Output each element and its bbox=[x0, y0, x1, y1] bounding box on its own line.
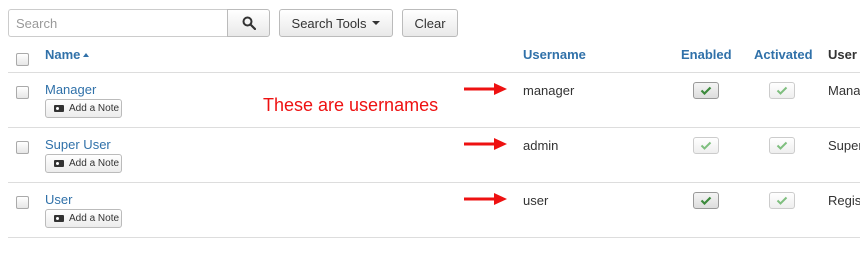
add-note-label: Add a Note bbox=[69, 213, 120, 224]
chevron-down-icon bbox=[372, 21, 381, 25]
column-header-name-label: Name bbox=[45, 47, 81, 62]
enabled-toggle[interactable] bbox=[693, 192, 719, 209]
user-name-link[interactable]: User bbox=[45, 192, 72, 207]
search-input[interactable] bbox=[8, 9, 227, 37]
check-icon bbox=[700, 196, 712, 205]
annotation-label: These are usernames bbox=[263, 95, 439, 115]
column-header-enabled[interactable]: Enabled bbox=[681, 47, 732, 62]
table-row: Super User Add a Note admin Super Users bbox=[8, 128, 860, 183]
sort-ascending-icon bbox=[83, 53, 90, 57]
clear-button[interactable]: Clear bbox=[402, 9, 458, 37]
search-button[interactable] bbox=[227, 9, 270, 37]
row-checkbox[interactable] bbox=[16, 86, 29, 99]
add-note-label: Add a Note bbox=[69, 103, 120, 114]
search-tools-button[interactable]: Search Tools bbox=[279, 9, 393, 37]
note-card-icon bbox=[54, 215, 64, 222]
table-row: User Add a Note user Registered bbox=[8, 183, 860, 238]
add-note-label: Add a Note bbox=[69, 158, 120, 169]
user-group-cell: Super Users bbox=[828, 138, 860, 153]
activated-toggle[interactable] bbox=[769, 82, 795, 99]
enabled-toggle[interactable] bbox=[693, 82, 719, 99]
search-tools-label: Search Tools bbox=[291, 15, 367, 31]
column-header-username[interactable]: Username bbox=[523, 47, 586, 62]
check-icon bbox=[776, 86, 788, 95]
arrow-right-icon bbox=[464, 193, 507, 205]
user-name-link[interactable]: Super User bbox=[45, 137, 111, 152]
search-icon bbox=[242, 16, 256, 30]
column-header-name[interactable]: Name bbox=[45, 47, 90, 62]
username-cell: manager bbox=[523, 83, 575, 98]
arrow-right-icon bbox=[464, 138, 507, 150]
note-card-icon bbox=[54, 160, 64, 167]
add-note-button[interactable]: Add a Note bbox=[45, 209, 122, 228]
activated-toggle[interactable] bbox=[769, 137, 795, 154]
note-card-icon bbox=[54, 105, 64, 112]
add-note-button[interactable]: Add a Note bbox=[45, 154, 122, 173]
table-header: Name Username Enabled Activated User bbox=[8, 40, 860, 73]
user-group-cell: Manager bbox=[828, 83, 860, 98]
check-icon bbox=[700, 86, 712, 95]
enabled-toggle[interactable] bbox=[693, 137, 719, 154]
user-name-link[interactable]: Manager bbox=[45, 82, 96, 97]
user-group-cell: Registered bbox=[828, 193, 860, 208]
row-checkbox[interactable] bbox=[16, 196, 29, 209]
check-icon bbox=[776, 196, 788, 205]
column-header-activated[interactable]: Activated bbox=[754, 47, 813, 62]
arrow-right-icon bbox=[464, 83, 507, 95]
row-checkbox[interactable] bbox=[16, 141, 29, 154]
check-icon bbox=[700, 141, 712, 150]
select-all-checkbox[interactable] bbox=[16, 53, 29, 66]
username-cell: admin bbox=[523, 138, 559, 153]
check-icon bbox=[776, 141, 788, 150]
column-header-group: User bbox=[828, 47, 857, 62]
add-note-button[interactable]: Add a Note bbox=[45, 99, 122, 118]
username-cell: user bbox=[523, 193, 549, 208]
activated-toggle[interactable] bbox=[769, 192, 795, 209]
